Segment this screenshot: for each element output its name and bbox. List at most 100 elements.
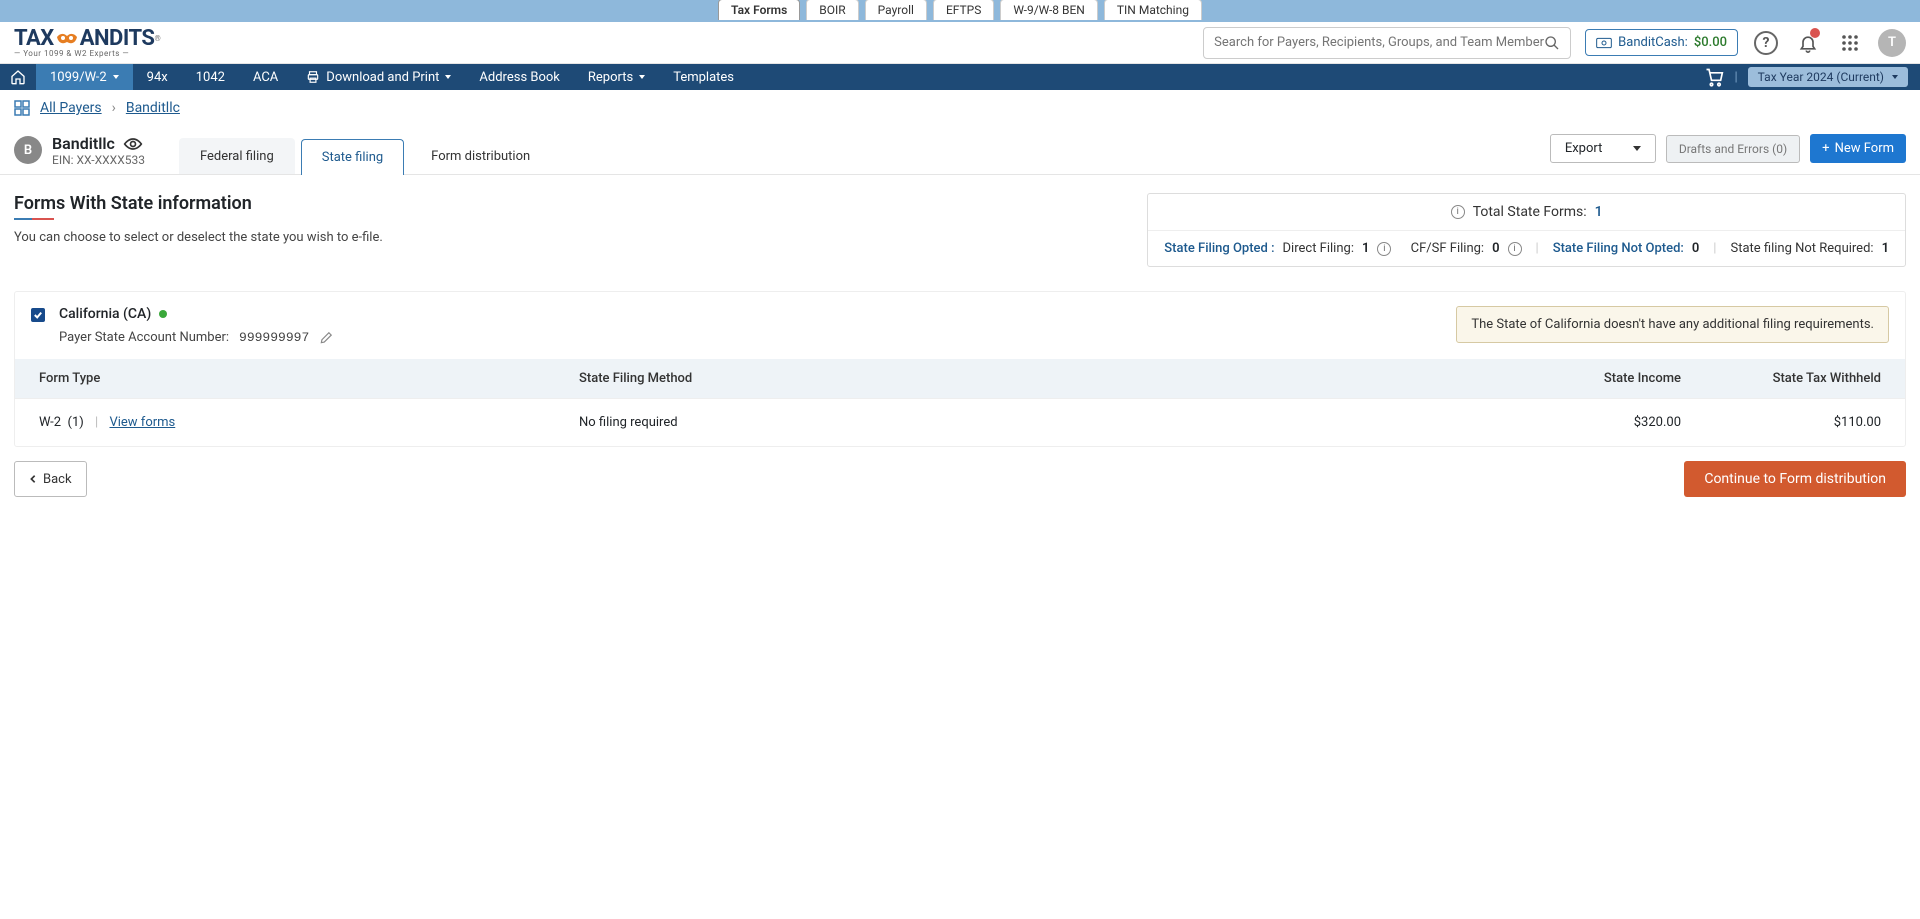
eye-icon[interactable] [123,137,143,151]
tab-form-distribution[interactable]: Form distribution [410,138,551,174]
nav-label: 1099/W-2 [50,70,107,85]
edit-icon[interactable] [319,331,333,345]
row-income: $320.00 [1501,415,1681,430]
nav-home[interactable] [0,64,36,90]
search-box[interactable] [1203,27,1571,59]
logo-suffix: ANDITS [80,28,155,50]
tab-w9-w8ben[interactable]: W-9/W-8 BEN [1000,0,1098,20]
back-button[interactable]: Back [14,461,87,497]
apps-button[interactable] [1836,29,1864,57]
nav-1099-w2[interactable]: 1099/W-2 [36,64,133,90]
state-table-header: Form Type State Filing Method State Inco… [15,359,1905,398]
chevron-down-icon [1892,75,1898,79]
new-form-button[interactable]: + New Form [1810,134,1906,163]
not-required-count: 1 [1882,241,1889,256]
help-icon: ? [1754,31,1778,55]
nav-label: Download and Print [326,70,439,85]
tax-year-label: Tax Year 2024 (Current) [1758,70,1884,84]
payer-ein: EIN: XX-XXXX533 [52,153,145,167]
breadcrumb-all-payers[interactable]: All Payers [40,100,102,116]
col-filing-method: State Filing Method [579,371,1501,386]
tab-payroll[interactable]: Payroll [865,0,927,20]
nav-templates[interactable]: Templates [659,64,748,90]
chevron-down-icon [445,75,451,79]
row-count: (1) [68,415,84,430]
export-dropdown[interactable]: Export [1550,134,1656,163]
not-opted-label: State Filing Not Opted: [1553,241,1684,256]
direct-filing-label: Direct Filing: [1283,241,1354,256]
state-name: California (CA) [59,306,151,322]
total-state-forms-count: 1 [1595,204,1603,220]
acct-number-label: Payer State Account Number: [59,330,229,345]
chevron-down-icon [113,75,119,79]
payer-name: Banditllc [52,134,115,153]
breadcrumb-separator: › [112,100,116,116]
view-forms-link[interactable]: View forms [109,415,175,430]
nav-1042[interactable]: 1042 [182,64,239,90]
filing-opted-label: State Filing Opted : [1164,241,1274,256]
chevron-left-icon [29,474,37,484]
state-checkbox[interactable] [31,308,45,322]
header-bar: TAX ANDITS ® — Your 1099 & W2 Experts — … [0,22,1920,64]
back-label: Back [43,472,72,487]
payer-avatar: B [14,136,42,164]
breadcrumb-payer[interactable]: Banditllc [126,100,180,116]
continue-button[interactable]: Continue to Form distribution [1684,461,1906,497]
tab-tin-matching[interactable]: TIN Matching [1104,0,1202,20]
acct-number-value: 999999997 [239,330,309,345]
nav-aca[interactable]: ACA [239,64,292,90]
logo-trademark: ® [154,35,160,43]
home-icon [10,69,26,85]
separator: | [95,415,98,430]
nav-separator: | [1734,70,1737,85]
main-nav: 1099/W-2 94x 1042 ACA Download and Print… [0,64,1920,90]
state-summary-box: i Total State Forms: 1 State Filing Opte… [1147,193,1906,267]
cart-button[interactable] [1704,67,1724,87]
help-button[interactable]: ? [1752,29,1780,57]
not-opted-count: 0 [1692,241,1699,256]
banditcash-label: BanditCash: [1618,35,1688,50]
tab-boir[interactable]: BOIR [806,0,858,20]
user-avatar[interactable]: T [1878,29,1906,57]
nav-94x[interactable]: 94x [133,64,182,90]
printer-icon [306,70,320,84]
nav-reports[interactable]: Reports [574,64,659,90]
search-input[interactable] [1214,35,1544,50]
cfsf-filing-label: CF/SF Filing: [1411,241,1484,256]
drafts-errors-button[interactable]: Drafts and Errors (0) [1666,135,1800,163]
nav-label: Reports [588,70,633,85]
chevron-down-icon [1633,146,1641,151]
banditcash-button[interactable]: BanditCash: $0.00 [1585,29,1738,56]
banditcash-amount: $0.00 [1694,35,1727,50]
page-subtitle: You can choose to select or deselect the… [14,230,383,245]
tab-federal-filing[interactable]: Federal filing [179,138,295,174]
col-state-withheld: State Tax Withheld [1681,371,1881,386]
col-form-type: Form Type [39,371,579,386]
notification-dot-icon [1810,28,1820,38]
plus-icon: + [1822,141,1829,156]
status-dot-icon [159,310,167,318]
info-icon[interactable]: i [1377,242,1391,256]
new-form-label: New Form [1835,141,1894,156]
nav-address-book[interactable]: Address Book [465,64,573,90]
logo[interactable]: TAX ANDITS ® — Your 1099 & W2 Experts — [14,28,160,58]
info-icon[interactable]: i [1508,242,1522,256]
tax-year-dropdown[interactable]: Tax Year 2024 (Current) [1748,67,1908,87]
search-icon[interactable] [1544,35,1560,51]
breadcrumb: All Payers › Banditllc [0,90,1920,126]
tab-state-filing[interactable]: State filing [301,139,404,175]
info-icon[interactable]: i [1451,205,1465,219]
separator: | [1536,241,1539,256]
nav-download-print[interactable]: Download and Print [292,64,465,90]
dashboard-icon[interactable] [14,100,30,116]
notifications-button[interactable] [1794,29,1822,57]
state-california-block: California (CA) Payer State Account Numb… [14,291,1906,447]
tab-eftps[interactable]: EFTPS [933,0,994,20]
table-row: W-2 (1) | View forms No filing required … [15,398,1905,446]
logo-prefix: TAX [14,28,54,50]
state-note: The State of California doesn't have any… [1456,306,1889,343]
footer-actions: Back Continue to Form distribution [0,447,1920,511]
chevron-down-icon [639,75,645,79]
logo-tagline: — Your 1099 & W2 Experts — [14,50,160,58]
tab-tax-forms[interactable]: Tax Forms [718,0,800,20]
